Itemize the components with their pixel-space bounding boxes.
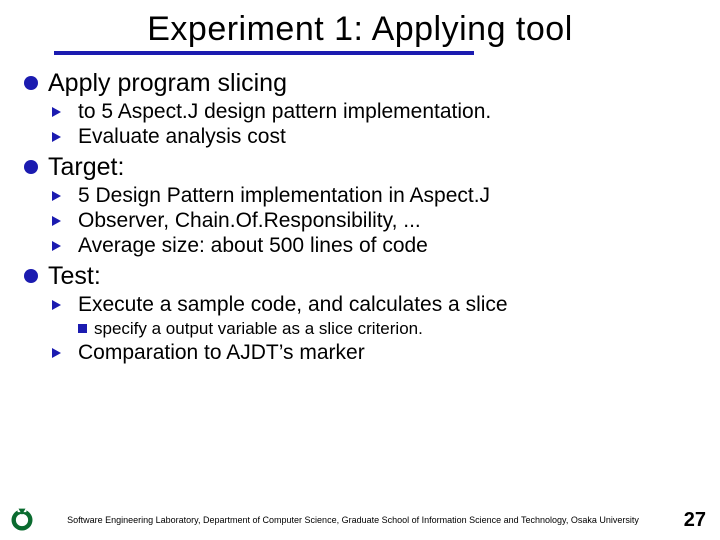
footer: Software Engineering Laboratory, Departm… bbox=[0, 506, 720, 534]
triangle-bullet-icon bbox=[52, 348, 70, 358]
triangle-bullet-icon bbox=[52, 107, 70, 117]
circle-bullet-icon bbox=[24, 76, 38, 90]
circle-bullet-icon bbox=[24, 160, 38, 174]
section-test: Test: Execute a sample code, and calcula… bbox=[24, 262, 696, 365]
item-text: 5 Design Pattern implementation in Aspec… bbox=[78, 184, 490, 208]
title-rule bbox=[54, 51, 474, 55]
item-text: Execute a sample code, and calculates a … bbox=[78, 293, 508, 317]
bullet-l2: Average size: about 500 lines of code bbox=[52, 234, 696, 258]
bullet-l1: Apply program slicing bbox=[24, 69, 696, 98]
section-label: Apply program slicing bbox=[48, 69, 287, 98]
subitem-text: specify a output variable as a slice cri… bbox=[94, 319, 423, 339]
slide: Experiment 1: Applying tool Apply progra… bbox=[0, 0, 720, 365]
item-text: to 5 Aspect.J design pattern implementat… bbox=[78, 100, 491, 124]
section-target: Target: 5 Design Pattern implementation … bbox=[24, 153, 696, 258]
item-text: Average size: about 500 lines of code bbox=[78, 234, 428, 258]
bullet-l2: Execute a sample code, and calculates a … bbox=[52, 293, 696, 317]
triangle-bullet-icon bbox=[52, 132, 70, 142]
bullet-l2: Comparation to AJDT’s marker bbox=[52, 341, 696, 365]
triangle-bullet-icon bbox=[52, 191, 70, 201]
section-apply: Apply program slicing to 5 Aspect.J desi… bbox=[24, 69, 696, 149]
item-text: Comparation to AJDT’s marker bbox=[78, 341, 365, 365]
item-text: Evaluate analysis cost bbox=[78, 125, 286, 149]
triangle-bullet-icon bbox=[52, 216, 70, 226]
bullet-l2: to 5 Aspect.J design pattern implementat… bbox=[52, 100, 696, 124]
bullet-l2: Evaluate analysis cost bbox=[52, 125, 696, 149]
bullet-l1: Target: bbox=[24, 153, 696, 182]
square-bullet-icon bbox=[78, 324, 87, 333]
circle-bullet-icon bbox=[24, 269, 38, 283]
page-number: 27 bbox=[670, 509, 706, 532]
bullet-l2: Observer, Chain.Of.Responsibility, ... bbox=[52, 209, 696, 233]
osaka-logo-icon bbox=[8, 506, 36, 534]
footer-lab: Software Engineering Laboratory, Departm… bbox=[36, 515, 670, 525]
section-label: Target: bbox=[48, 153, 124, 182]
slide-title: Experiment 1: Applying tool bbox=[24, 10, 696, 49]
triangle-bullet-icon bbox=[52, 241, 70, 251]
bullet-l1: Test: bbox=[24, 262, 696, 291]
section-label: Test: bbox=[48, 262, 101, 291]
bullet-l2: 5 Design Pattern implementation in Aspec… bbox=[52, 184, 696, 208]
item-text: Observer, Chain.Of.Responsibility, ... bbox=[78, 209, 421, 233]
triangle-bullet-icon bbox=[52, 300, 70, 310]
bullet-l3: specify a output variable as a slice cri… bbox=[78, 319, 696, 339]
